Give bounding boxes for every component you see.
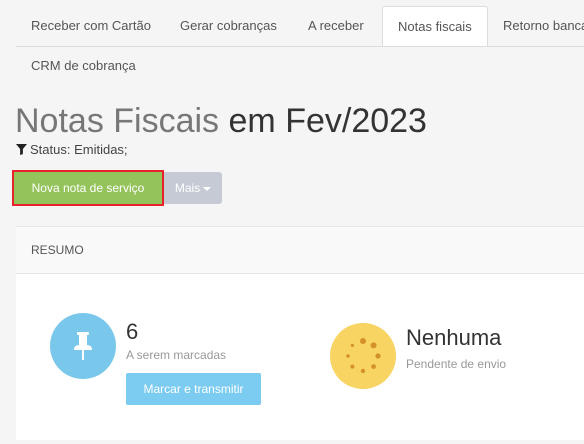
to-mark-label: A serem marcadas <box>126 348 227 362</box>
highlight-box: Nova nota de serviço <box>12 170 164 206</box>
summary-panel: RESUMO 6 A serem marcadas Marcar e trans… <box>16 226 584 440</box>
to-mark-count: 6 <box>126 319 139 344</box>
filter-text: Status: Emitidas; <box>30 142 128 157</box>
spinner-icon <box>330 323 396 389</box>
caret-down-icon <box>203 186 212 191</box>
more-dropdown-button[interactable]: Mais <box>164 172 222 204</box>
new-service-invoice-button[interactable]: Nova nota de serviço <box>14 172 162 204</box>
page-title-period: em Fev/2023 <box>228 102 427 140</box>
tab-receber-com-cartao[interactable]: Receber com Cartão <box>16 6 166 46</box>
page-title: Notas Fiscais em Fev/2023 <box>15 102 427 141</box>
pending-count: Nenhuma <box>406 325 502 350</box>
tab-crm-de-cobranca[interactable]: CRM de cobrança <box>16 46 151 86</box>
tabs-divider <box>16 46 584 47</box>
filter-icon <box>16 144 27 155</box>
page-title-main: Notas Fiscais <box>15 102 220 140</box>
tab-a-receber[interactable]: A receber <box>293 6 379 46</box>
tabs-bar: Receber com Cartão Gerar cobranças A rec… <box>16 6 584 90</box>
tab-gerar-cobrancas[interactable]: Gerar cobranças <box>165 6 292 46</box>
summary-header: RESUMO <box>16 227 584 274</box>
active-filter[interactable]: Status: Emitidas; <box>16 142 128 157</box>
tab-retorno-bancario[interactable]: Retorno bancá <box>488 6 584 46</box>
more-label: Mais <box>174 181 201 195</box>
pending-label: Pendente de envio <box>406 357 507 371</box>
tab-notas-fiscais[interactable]: Notas fiscais <box>382 6 488 47</box>
pushpin-icon <box>50 313 116 379</box>
mark-and-transmit-button[interactable]: Marcar e transmitir <box>126 373 261 405</box>
